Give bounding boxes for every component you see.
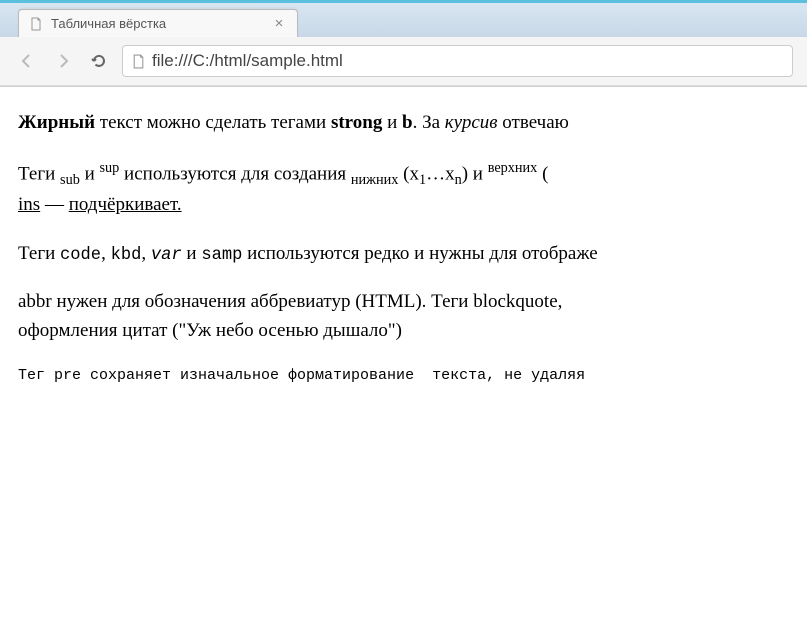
toolbar: file:///C:/html/sample.html [0, 37, 807, 86]
browser-chrome: Табличная вёрстка × file:///C:/html/samp… [0, 3, 807, 87]
code-text: code [60, 246, 101, 265]
page-content: Жирный текст можно сделать тегами strong… [0, 87, 807, 410]
underline-text: подчёркивает. [69, 194, 182, 215]
sub-text: n [455, 172, 462, 188]
file-icon [131, 54, 146, 69]
sub-text: нижних [351, 172, 398, 188]
close-icon[interactable]: × [271, 15, 287, 32]
code-text: kbd [111, 246, 142, 265]
bold-text: b [402, 112, 413, 133]
back-button[interactable] [14, 48, 40, 74]
browser-tab[interactable]: Табличная вёрстка × [18, 9, 298, 37]
url-text: file:///C:/html/sample.html [152, 51, 343, 71]
paragraph-4: abbr нужен для обозначения аббревиатур (… [18, 288, 789, 345]
reload-button[interactable] [86, 48, 112, 74]
sup-text: sup [100, 160, 120, 176]
bold-text: strong [331, 112, 382, 133]
page-icon [29, 17, 43, 31]
tab-bar: Табличная вёрстка × [0, 3, 807, 37]
pre-text: Тег pre сохраняет изначальное форматиров… [18, 365, 789, 388]
sup-text: верхних [488, 160, 538, 176]
sub-text: sub [60, 172, 80, 188]
underline-text: ins [18, 194, 40, 215]
sub-text: 1 [419, 172, 426, 188]
bold-text: Жирный [18, 112, 95, 133]
paragraph-1: Жирный текст можно сделать тегами strong… [18, 109, 789, 138]
address-bar[interactable]: file:///C:/html/sample.html [122, 45, 793, 77]
italic-text: курсив [445, 112, 498, 133]
tab-title: Табличная вёрстка [51, 16, 263, 31]
forward-button[interactable] [50, 48, 76, 74]
code-text: samp [201, 246, 242, 265]
paragraph-3: Теги code, kbd, var и samp используются … [18, 240, 789, 269]
paragraph-2: Теги sub и sup используются для создания… [18, 158, 789, 220]
var-text: var [151, 246, 182, 265]
